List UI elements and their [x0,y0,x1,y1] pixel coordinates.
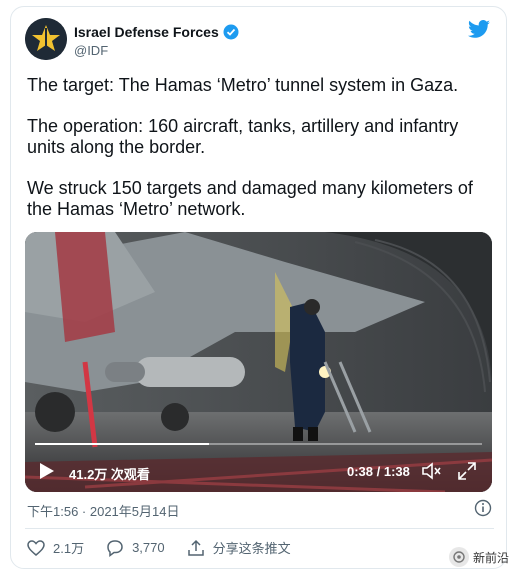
tweet-card: Israel Defense Forces @IDF The target: T… [10,6,507,569]
tweet-timestamp[interactable]: 下午1:56 · 2021年5月14日 [27,504,179,519]
watermark: 新前沿 [448,547,509,567]
volume-icon[interactable] [421,461,441,481]
tweet-paragraph: The operation: 160 aircraft, tanks, arti… [27,116,459,157]
tweet-actions: 2.1万 3,770 分享这条推文 [27,538,313,557]
video-progress-bar[interactable] [35,443,482,445]
reply-icon [107,539,123,557]
tweet-text: The target: The Hamas ‘Metro’ tunnel sys… [27,75,487,240]
watermark-text: 新前沿 [472,550,509,565]
heart-icon [27,539,45,556]
divider [25,528,494,529]
author-handle[interactable]: @IDF [74,43,108,58]
share-button[interactable]: 分享这条推文 [187,538,291,557]
video-time: 0:38 / 1:38 [347,464,410,479]
video-player[interactable]: 41.2万 次观看 0:38 / 1:38 [25,232,492,492]
like-count: 2.1万 [53,541,85,556]
verified-badge-icon [223,24,239,40]
share-label: 分享这条推文 [212,541,291,556]
reply-button[interactable]: 3,770 [106,539,165,557]
tweet-paragraph: The target: The Hamas ‘Metro’ tunnel sys… [27,75,459,95]
idf-logo-icon [25,18,67,60]
watermark-icon [448,547,469,567]
view-count: 41.2万 次观看 [69,467,150,482]
reply-count: 3,770 [132,540,165,555]
tweet-meta: 下午1:56 · 2021年5月14日 [27,499,492,520]
tweet-paragraph: We struck 150 targets and damaged many k… [27,178,473,219]
video-progress-fill [35,443,210,445]
play-icon[interactable] [39,462,55,480]
twitter-bird-icon[interactable] [467,20,491,40]
like-button[interactable]: 2.1万 [27,538,84,557]
info-icon[interactable] [474,499,492,517]
share-icon [187,539,204,556]
author-name-row[interactable]: Israel Defense Forces [74,24,239,40]
avatar[interactable] [25,18,67,60]
video-controls: 41.2万 次观看 0:38 / 1:38 [25,452,492,492]
author-name[interactable]: Israel Defense Forces [74,24,219,40]
fullscreen-icon[interactable] [457,461,477,481]
